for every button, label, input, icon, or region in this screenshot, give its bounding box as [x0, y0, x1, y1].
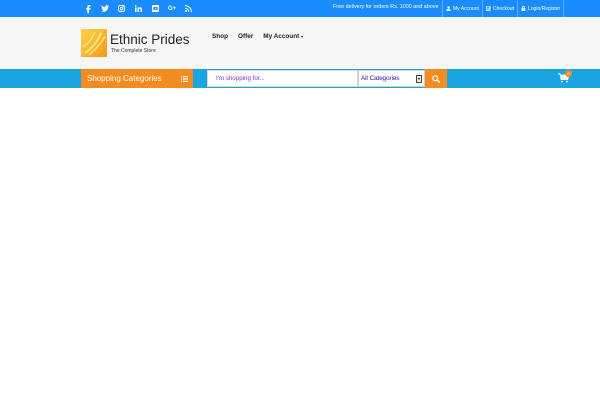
logo-title: Ethnic Prides — [110, 32, 190, 47]
login-register-link[interactable]: Login/Register — [516, 0, 565, 17]
nav-item-my-account[interactable]: My Account — [263, 33, 303, 40]
twitter-icon[interactable] — [97, 0, 113, 17]
checkbox-icon — [485, 6, 491, 11]
cart-count-badge: 0 — [565, 70, 572, 77]
main-nav: Shop Offer My Account — [212, 33, 313, 40]
login-register-label: Login/Register — [527, 5, 561, 12]
logo-subtitle: The Complete Store — [111, 48, 156, 54]
shopping-categories-button[interactable]: Shopping Categories — [81, 69, 193, 88]
lock-icon — [521, 6, 526, 11]
linkedin-icon[interactable] — [130, 0, 146, 17]
nav-item-label: Shop — [212, 33, 228, 40]
checkout-link[interactable]: Checkout — [481, 0, 517, 17]
search-button[interactable] — [425, 69, 447, 88]
google-plus-icon[interactable]: G+ — [164, 0, 180, 17]
account-links: My Account Checkout Login/Register — [442, 0, 565, 17]
social-links: G+ — [80, 0, 198, 17]
category-select[interactable]: All Categories — [358, 70, 425, 87]
search-icon — [432, 74, 440, 83]
search-input[interactable] — [207, 70, 358, 87]
select-arrow-icon — [416, 75, 422, 83]
free-delivery-text: Free delivery for orders Rs. 1000 and ab… — [333, 4, 439, 10]
instagram-icon[interactable] — [114, 0, 130, 17]
rss-icon[interactable] — [181, 0, 197, 17]
top-bar: G+ Free delivery for orders Rs. 1000 and… — [0, 0, 600, 17]
category-search-bar: Shopping Categories All Categories — [0, 69, 600, 88]
nav-item-shop[interactable]: Shop — [212, 33, 228, 40]
checkout-label: Checkout — [492, 5, 514, 12]
shopping-categories-label: Shopping Categories — [87, 74, 162, 83]
site-header: Ethnic Prides The Complete Store Shop Of… — [0, 17, 600, 69]
my-account-label: My Account — [453, 5, 479, 12]
facebook-icon[interactable] — [80, 0, 96, 17]
youtube-icon[interactable] — [147, 0, 163, 17]
category-select-value: All Categories — [361, 75, 400, 82]
user-icon — [446, 6, 451, 11]
caret-down-icon — [300, 35, 303, 38]
logo-icon — [81, 29, 107, 57]
nav-item-label: My Account — [263, 33, 300, 40]
nav-item-offer[interactable]: Offer — [238, 33, 253, 40]
nav-item-label: Offer — [237, 33, 254, 40]
list-icon — [181, 75, 188, 82]
my-account-link[interactable]: My Account — [442, 0, 482, 17]
